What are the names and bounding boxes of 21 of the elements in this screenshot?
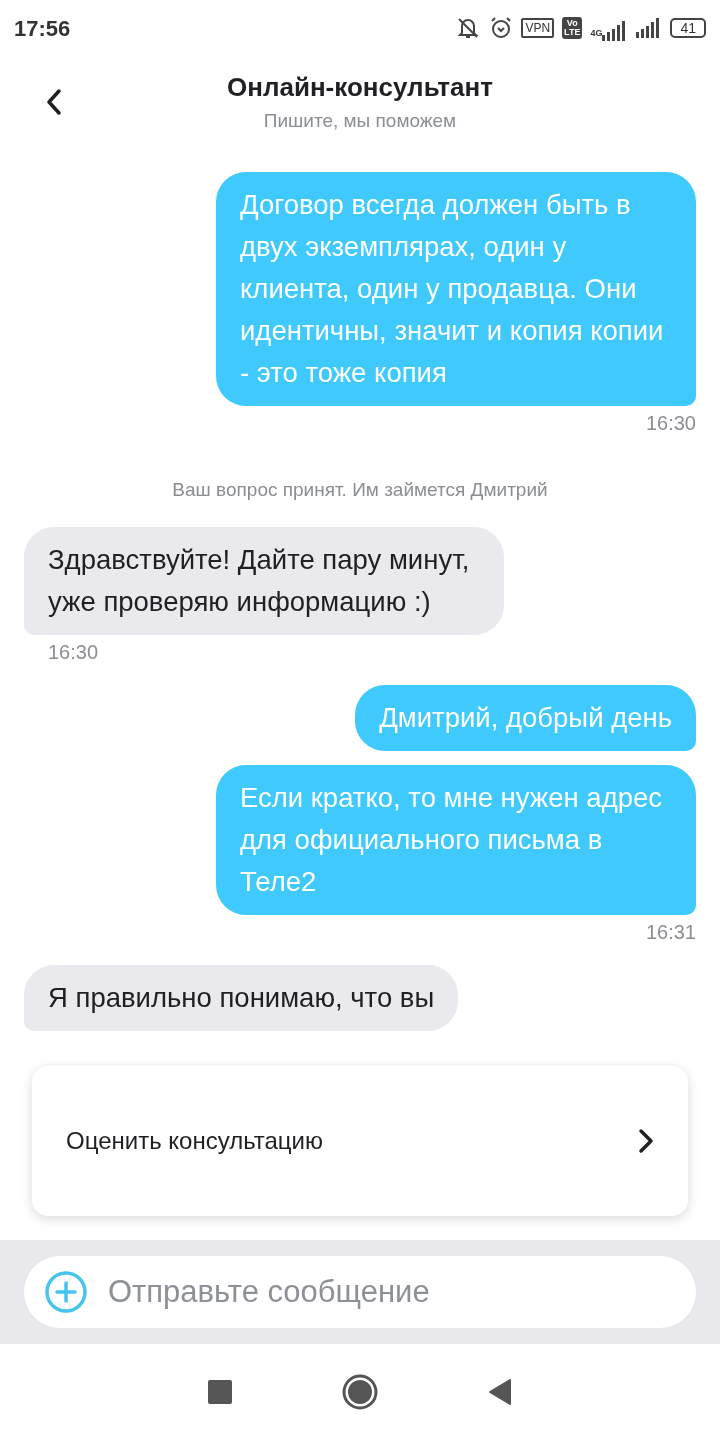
vpn-badge: VPN [521, 18, 555, 38]
sent-message: Дмитрий, добрый день [355, 684, 696, 751]
volte-badge: Vo LTE [562, 17, 583, 39]
network-type: 4G [590, 27, 603, 41]
received-message: Здравствуйте! Дайте пару минут, уже проверяю информацию :) [24, 526, 504, 635]
rate-consultation-button[interactable]: Оценить консультацию [32, 1066, 688, 1216]
home-icon[interactable] [342, 1374, 378, 1410]
chat-subtitle: Пишите, мы поможем [263, 109, 457, 133]
sent-message: Договор всегда должен быть в двух экземплярах, один у клиента, один у продавца. Они идентичны, значит и копия копии - это тоже копия [216, 172, 696, 406]
system-message: Ваш вопрос принят. Им займется Дмитрий [172, 478, 548, 502]
message-time: 16:30 [48, 639, 99, 665]
message-time: 16:31 [645, 919, 696, 945]
battery-level: 41 [670, 18, 706, 38]
message-time: 16:30 [645, 411, 696, 436]
chat-title: Онлайн-консультант [227, 71, 493, 104]
sent-message: Если кратко, то мне нужен адрес для официального письма в Теле2 [216, 764, 696, 915]
received-message: Я правильно понимаю, что вы [24, 964, 459, 1031]
status-time: 17:56 [14, 14, 71, 43]
back-icon[interactable] [488, 1378, 512, 1406]
chevron-right-icon [638, 1128, 654, 1154]
message-field[interactable]: Отправьте сообщение [24, 1256, 696, 1328]
